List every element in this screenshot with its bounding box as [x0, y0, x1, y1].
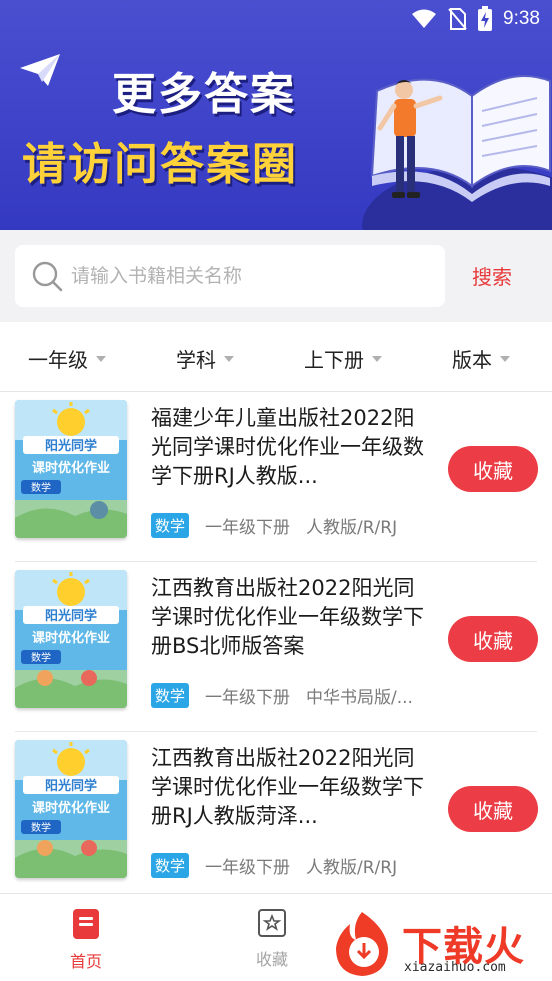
book-grade: 一年级下册 — [205, 688, 291, 708]
filter-subject-label: 学科 — [176, 348, 216, 372]
open-book-illustration — [362, 75, 552, 230]
watermark-url: xiazaihuo.com — [404, 960, 506, 975]
status-bar: 9:38 — [0, 0, 552, 40]
caret-down-icon — [96, 355, 106, 362]
banner-subheadline: 请访问答案圈 — [22, 139, 298, 190]
book-list-item[interactable]: 阳光同学 课时优化作业 数学 江西教育出版社2022阳光同学课时优化作业一年级数… — [15, 562, 538, 732]
cover-series: 阳光同学 — [45, 778, 97, 794]
book-list-item[interactable]: 阳光同学 课时优化作业 数学 江西教育出版社2022阳光同学课时优化作业一年级数… — [15, 732, 538, 902]
filter-edition-label: 版本 — [452, 348, 492, 372]
book-cover-image: 阳光同学 课时优化作业 数学 — [15, 400, 127, 538]
nav-home-label: 首页 — [70, 952, 103, 971]
search-input[interactable] — [71, 265, 411, 287]
search-icon — [32, 261, 63, 292]
book-edition: 人教版/R/RJ — [306, 858, 398, 878]
book-title[interactable]: 江西教育出版社2022阳光同学课时优化作业一年级数学下册BS北师版答案 — [151, 574, 433, 661]
banner-headline: 更多答案 — [112, 69, 296, 120]
filter-volume-label: 上下册 — [304, 348, 364, 372]
flame-logo-icon — [336, 912, 388, 976]
top-banner[interactable]: 9:38 更多答案 请访问答案圈 — [0, 0, 552, 230]
status-icons: 9:38 — [411, 6, 540, 32]
subject-tag: 数学 — [151, 513, 190, 538]
cover-series: 阳光同学 — [45, 608, 97, 624]
book-meta: 数学 一年级下册 人教版/R/RJ — [151, 513, 413, 538]
cover-subject: 数学 — [31, 821, 51, 834]
book-grade: 一年级下册 — [205, 518, 291, 538]
book-edition: 人教版/R/RJ — [306, 518, 398, 538]
filter-volume-dropdown[interactable]: 上下册 — [304, 344, 382, 373]
nav-favorites-tab[interactable]: 收藏 — [256, 908, 288, 970]
favorite-button[interactable]: 收藏 — [448, 786, 538, 832]
search-box[interactable] — [15, 245, 445, 307]
book-cover-image: 阳光同学 课时优化作业 数学 — [15, 570, 127, 708]
book-title[interactable]: 福建少年儿童出版社2022阳光同学课时优化作业一年级数学下册RJ人教版... — [151, 404, 433, 491]
book-title[interactable]: 江西教育出版社2022阳光同学课时优化作业一年级数学下册RJ人教版菏泽... — [151, 744, 433, 831]
subject-tag: 数学 — [151, 683, 190, 708]
book-cover-image: 阳光同学 课时优化作业 数学 — [15, 740, 127, 878]
nav-home-tab[interactable]: 首页 — [70, 908, 102, 972]
filter-bar: 一年级 学科 上下册 版本 — [0, 322, 552, 392]
cover-subject: 数学 — [31, 481, 51, 494]
watermark: 下载火 xiazaihuo.com — [326, 906, 552, 981]
filter-subject-dropdown[interactable]: 学科 — [176, 344, 234, 373]
book-list-item[interactable]: 阳光同学 课时优化作业 数学 福建少年儿童出版社2022阳光同学课时优化作业一年… — [15, 392, 538, 562]
no-sim-icon — [448, 8, 467, 30]
cover-subject: 数学 — [31, 651, 51, 664]
battery-charging-icon — [478, 6, 493, 31]
cover-series: 阳光同学 — [45, 438, 97, 454]
book-icon — [73, 909, 99, 939]
cover-title: 课时优化作业 — [32, 800, 110, 816]
search-button[interactable]: 搜索 — [472, 261, 512, 290]
caret-down-icon — [372, 355, 382, 362]
wifi-icon — [412, 9, 437, 28]
cover-title: 课时优化作业 — [32, 460, 110, 476]
favorite-button[interactable]: 收藏 — [448, 446, 538, 492]
filter-grade-dropdown[interactable]: 一年级 — [28, 344, 106, 373]
subject-tag: 数学 — [151, 853, 190, 878]
filter-grade-label: 一年级 — [28, 348, 88, 372]
paper-plane-icon — [20, 54, 60, 86]
book-grade: 一年级下册 — [205, 858, 291, 878]
favorite-button[interactable]: 收藏 — [448, 616, 538, 662]
nav-favorites-label: 收藏 — [256, 950, 289, 969]
caret-down-icon — [500, 355, 510, 362]
status-time: 9:38 — [503, 8, 540, 29]
book-meta: 数学 一年级下册 人教版/R/RJ — [151, 853, 413, 878]
star-icon — [258, 909, 286, 937]
caret-down-icon — [224, 355, 234, 362]
book-meta: 数学 一年级下册 中华书局版/... — [151, 683, 429, 708]
filter-edition-dropdown[interactable]: 版本 — [452, 344, 510, 373]
book-edition: 中华书局版/... — [306, 688, 413, 708]
search-area: 搜索 — [0, 230, 552, 322]
cover-title: 课时优化作业 — [32, 630, 110, 646]
